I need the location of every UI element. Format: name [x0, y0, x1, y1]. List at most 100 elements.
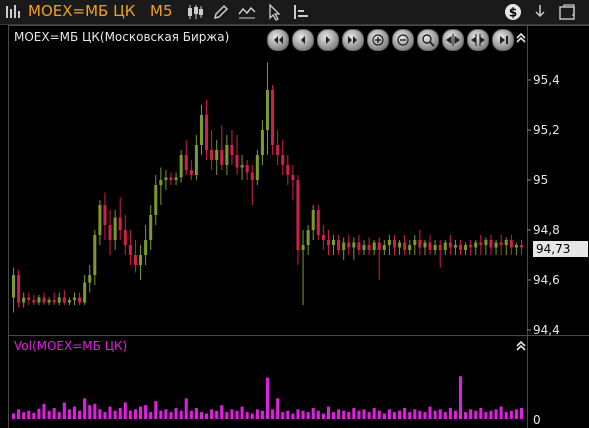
candle-body: [164, 177, 168, 180]
volume-bar: [235, 410, 239, 419]
volume-bar: [408, 412, 412, 419]
candle: [326, 230, 330, 255]
candle-body: [113, 217, 117, 240]
volume-bar: [245, 412, 249, 419]
candle-body: [12, 275, 16, 298]
volume-bar: [276, 398, 280, 419]
candle-body: [281, 155, 285, 165]
candle: [499, 235, 503, 255]
candle: [138, 245, 143, 280]
candle-body: [509, 240, 513, 248]
candle-body: [332, 240, 336, 245]
volume-bar: [230, 409, 234, 419]
candle-body: [98, 205, 102, 235]
volume-bar: [321, 413, 325, 419]
volume-bar: [484, 412, 488, 419]
candle: [128, 230, 132, 265]
volume-bar: [240, 406, 244, 419]
candle: [159, 167, 163, 205]
candle-body: [271, 90, 275, 145]
candle-body: [235, 155, 239, 168]
volume-bar: [138, 406, 143, 419]
candle-body: [458, 245, 463, 250]
candle-body: [433, 245, 437, 250]
candle-body: [408, 245, 412, 250]
candle: [27, 292, 31, 305]
y-tick-label: 95,2: [533, 123, 560, 137]
volume-bar: [519, 407, 523, 419]
volume-bar: [123, 402, 127, 419]
candle-body: [311, 210, 315, 230]
candle: [230, 130, 234, 165]
candle-body: [423, 242, 427, 248]
candle-body: [250, 172, 254, 180]
candle-body: [301, 245, 305, 250]
candle-body: [362, 245, 366, 250]
candle: [245, 160, 249, 180]
candle: [22, 292, 26, 308]
volume-bar: [128, 410, 132, 419]
candle-body: [37, 297, 41, 303]
volume-bar: [108, 406, 112, 419]
candle: [93, 230, 97, 285]
candle: [184, 140, 188, 175]
candle-body: [276, 145, 280, 155]
candle-body: [474, 242, 478, 248]
candle-body: [382, 245, 386, 250]
candle-body: [494, 242, 498, 248]
candle-body: [403, 242, 407, 250]
candle-body: [205, 115, 209, 150]
candle: [123, 215, 127, 255]
candle: [291, 165, 295, 200]
volume-bar: [72, 406, 77, 419]
candle-body: [215, 150, 219, 160]
candle-body: [123, 230, 127, 245]
candle: [448, 235, 452, 255]
candle-body: [210, 150, 214, 160]
volume-bar: [250, 413, 254, 419]
candle-body: [428, 242, 432, 250]
volume-bar: [332, 412, 336, 419]
candle-body: [337, 240, 341, 250]
volume-bar: [67, 409, 71, 419]
candle: [265, 62, 270, 155]
volume-bar: [189, 410, 193, 419]
volume-bar: [205, 413, 209, 419]
volume-bar: [316, 410, 320, 419]
volume-bar: [362, 409, 366, 419]
candle: [240, 155, 244, 180]
candle-body: [52, 300, 56, 303]
volume-bar: [443, 412, 447, 419]
candle: [255, 150, 259, 185]
candle-body: [306, 230, 310, 245]
candle-body: [32, 300, 36, 303]
volume-bar: [220, 405, 224, 419]
candle: [489, 235, 493, 255]
volume-bar: [260, 410, 264, 419]
candle: [133, 240, 137, 273]
candle: [453, 240, 457, 255]
candle-body: [62, 297, 66, 303]
candle-body: [479, 242, 483, 245]
y-tick-label: 95,4: [533, 73, 560, 87]
candle: [443, 240, 447, 255]
volume-bar: [458, 376, 463, 419]
candle-body: [377, 242, 381, 250]
candle-body: [240, 165, 244, 168]
candle-body: [133, 255, 137, 265]
y-tick-label: 95: [533, 173, 548, 187]
volume-bar: [509, 410, 513, 419]
volume-bar: [27, 410, 31, 419]
candle: [67, 297, 71, 305]
candle: [205, 100, 209, 160]
candle: [403, 235, 407, 255]
candle: [189, 160, 193, 180]
volume-bar: [210, 409, 214, 419]
volume-bar: [42, 403, 46, 419]
candle: [382, 240, 386, 255]
volume-bar: [326, 406, 330, 419]
candle: [108, 210, 112, 255]
volume-bar: [118, 407, 122, 419]
volume-bar: [47, 410, 51, 419]
volume-bar: [337, 409, 341, 419]
